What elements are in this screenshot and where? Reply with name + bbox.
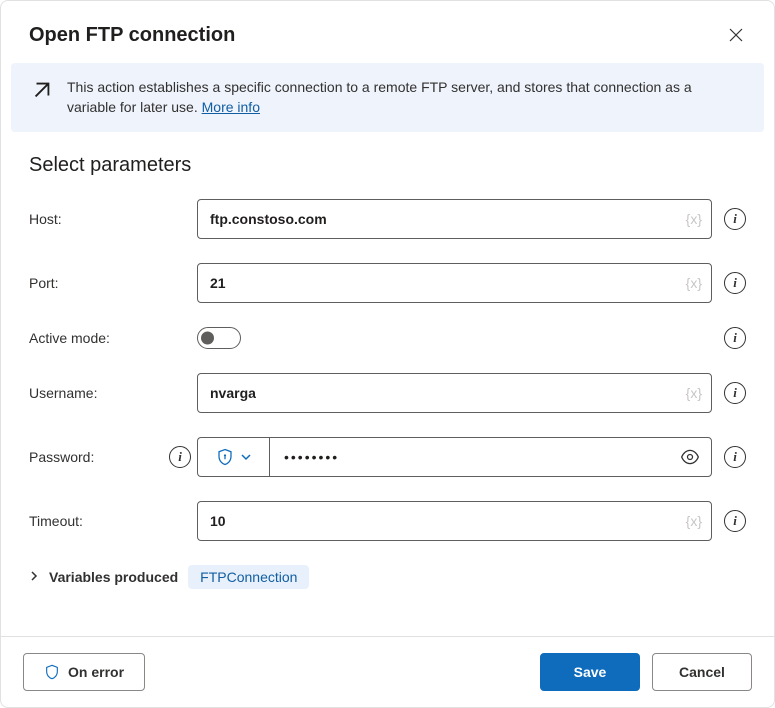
more-info-link[interactable]: More info [202,99,260,115]
info-icon: i [733,450,737,463]
info-icon: i [178,450,182,463]
timeout-info-button[interactable]: i [724,510,746,532]
field-host: Host: {x} i [29,199,746,239]
arrow-out-icon [31,79,53,101]
info-banner: This action establishes a specific conne… [11,63,764,132]
port-input[interactable] [197,263,712,303]
banner-description: This action establishes a specific conne… [67,79,692,115]
shield-icon [44,664,60,680]
field-active-mode: Active mode: i [29,327,746,349]
password-label: Password: [29,449,169,465]
shield-lock-icon [216,448,234,466]
timeout-label: Timeout: [29,513,169,529]
password-input[interactable] [269,437,712,477]
info-icon: i [733,514,737,527]
field-password: Password: i i [29,437,746,477]
dialog-header: Open FTP connection [1,1,774,63]
eye-icon [680,447,700,467]
banner-text: This action establishes a specific conne… [67,77,740,118]
chevron-right-icon [29,570,39,584]
variables-produced-row[interactable]: Variables produced FTPConnection [29,565,746,589]
active-mode-label: Active mode: [29,330,169,346]
content: Select parameters Host: {x} i Port: {x} [1,140,774,636]
on-error-button[interactable]: On error [23,653,145,691]
on-error-label: On error [68,664,124,680]
dialog-title: Open FTP connection [29,24,235,47]
password-label-info-button[interactable]: i [169,446,191,468]
cancel-label: Cancel [679,664,725,680]
username-label: Username: [29,385,169,401]
host-info-button[interactable]: i [724,208,746,230]
info-icon: i [733,331,737,344]
port-label: Port: [29,275,169,291]
close-icon [728,27,744,43]
host-input[interactable] [197,199,712,239]
dialog: Open FTP connection This action establis… [0,0,775,708]
reveal-password-button[interactable] [676,443,704,471]
port-info-button[interactable]: i [724,272,746,294]
password-type-dropdown[interactable] [197,437,269,477]
password-info-button[interactable]: i [724,446,746,468]
timeout-input[interactable] [197,501,712,541]
info-icon: i [733,386,737,399]
chevron-down-icon [240,451,252,463]
save-label: Save [574,664,607,680]
host-label: Host: [29,211,169,227]
username-input[interactable] [197,373,712,413]
dialog-footer: On error Save Cancel [1,636,774,707]
section-title: Select parameters [29,154,746,177]
field-timeout: Timeout: {x} i [29,501,746,541]
active-mode-toggle[interactable] [197,327,241,349]
variables-produced-label: Variables produced [49,569,178,585]
info-icon: i [733,212,737,225]
username-info-button[interactable]: i [724,382,746,404]
info-icon: i [733,276,737,289]
cancel-button[interactable]: Cancel [652,653,752,691]
field-port: Port: {x} i [29,263,746,303]
active-mode-info-button[interactable]: i [724,327,746,349]
variable-chip[interactable]: FTPConnection [188,565,309,589]
toggle-knob [201,331,214,344]
field-username: Username: {x} i [29,373,746,413]
close-button[interactable] [722,21,750,49]
save-button[interactable]: Save [540,653,640,691]
